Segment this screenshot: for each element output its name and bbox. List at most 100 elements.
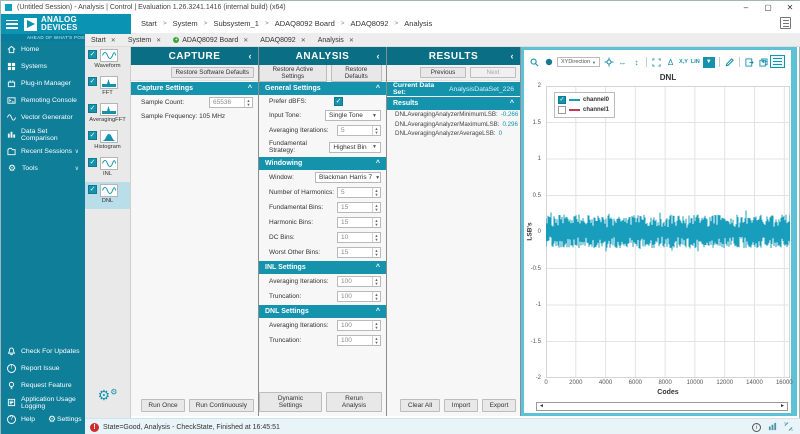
sidebar-item-request-feature[interactable]: Request Feature: [1, 377, 85, 394]
legend-item-channel1[interactable]: channel1: [558, 105, 609, 115]
clear-all-button[interactable]: Clear All: [400, 399, 440, 412]
collapse-panel-icon[interactable]: ‹: [377, 51, 381, 61]
spinner-arrows-icon[interactable]: ▲▼: [244, 98, 252, 107]
scroll-left-icon[interactable]: ◄: [539, 403, 544, 410]
spinner-arrows-icon[interactable]: ▲▼: [372, 188, 380, 197]
export-image-icon[interactable]: [744, 57, 755, 68]
horizontal-zoom-icon[interactable]: ↔: [617, 57, 628, 68]
breadcrumb-item[interactable]: ADAQ8092: [351, 19, 389, 28]
legend-item-channel0[interactable]: ✓ channel0: [558, 95, 609, 105]
scroll-right-icon[interactable]: ►: [780, 403, 785, 410]
spinner-arrows-icon[interactable]: ▲▼: [372, 292, 380, 301]
averaging-iterations-spinner[interactable]: 5 ▲▼: [337, 125, 381, 136]
tray-settings-gear-icon[interactable]: ⚙⚙: [85, 387, 130, 404]
inl-settings-section[interactable]: INL Settings: [265, 264, 306, 271]
sidebar-item-tools[interactable]: ⚙ Tools ∨: [1, 160, 85, 177]
tab-adaq8092-board[interactable]: + ADAQ8092 Board ✕: [173, 37, 248, 44]
minimize-button[interactable]: –: [735, 3, 757, 12]
tray-item-fft[interactable]: ✓ FFT: [85, 74, 130, 101]
window-dropdown[interactable]: Blackman Harris 7 ▼: [315, 172, 381, 183]
sample-count-spinner[interactable]: 65536 ▲▼: [209, 97, 253, 108]
restore-active-settings-button[interactable]: Restore Active Settings: [259, 64, 327, 82]
tab-start[interactable]: Start ✕: [91, 37, 116, 44]
breadcrumb-item[interactable]: Analysis: [404, 19, 432, 28]
spinner-arrows-icon[interactable]: ▲▼: [372, 248, 380, 257]
sidebar-item-data-set-comparison[interactable]: Data Set Comparison: [1, 126, 85, 143]
usage-meter-icon[interactable]: [768, 422, 777, 433]
sidebar-item-help[interactable]: ? Help: [7, 411, 35, 428]
collapse-section-icon[interactable]: ^: [376, 85, 380, 92]
spinner-arrows-icon[interactable]: ▲▼: [372, 126, 380, 135]
general-settings-section[interactable]: General Settings: [265, 85, 321, 92]
maximize-button[interactable]: ▢: [757, 3, 779, 12]
fundamental-bins-spinner[interactable]: 15 ▲▼: [337, 202, 381, 213]
averagingfft-checkbox[interactable]: ✓: [88, 104, 97, 113]
export-button[interactable]: Export: [482, 399, 516, 412]
breadcrumb-item[interactable]: Start: [141, 19, 157, 28]
fundamental-strategy-dropdown[interactable]: Highest Bin ▼: [329, 142, 381, 153]
spinner-arrows-icon[interactable]: ▲▼: [372, 336, 380, 345]
harmonic-bins-spinner[interactable]: 15 ▲▼: [337, 217, 381, 228]
sidebar-item-report-issue[interactable]: ! Report Issue: [1, 360, 85, 377]
dynamic-settings-button[interactable]: Dynamic Settings: [259, 392, 322, 412]
chart-horizontal-scrollbar[interactable]: ◄ ►: [536, 402, 788, 411]
info-icon[interactable]: i: [752, 423, 761, 432]
restore-software-defaults-button[interactable]: Restore Software Defaults: [171, 67, 255, 78]
dnl-checkbox[interactable]: ✓: [88, 185, 97, 194]
sidebar-item-home[interactable]: Home: [1, 41, 85, 58]
xy-mode-label[interactable]: X,Y: [679, 59, 688, 65]
sidebar-item-application-usage-logging[interactable]: Application Usage Logging: [1, 394, 85, 411]
sidebar-item-remoting-console[interactable]: Remoting Console: [1, 92, 85, 109]
tab-adaq8092[interactable]: ADAQ8092 ✕: [260, 37, 305, 44]
channel1-visibility-checkbox[interactable]: [558, 106, 566, 114]
histogram-checkbox[interactable]: ✓: [88, 131, 97, 140]
close-tab-icon[interactable]: ✕: [349, 37, 354, 44]
collapse-section-icon[interactable]: ^: [510, 100, 514, 107]
run-continuously-button[interactable]: Run Continuously: [189, 399, 254, 412]
worst-other-bins-spinner[interactable]: 15 ▲▼: [337, 247, 381, 258]
input-tone-dropdown[interactable]: Single Tone ▼: [325, 110, 381, 121]
collapse-section-icon[interactable]: ^: [376, 264, 380, 271]
next-button[interactable]: Next: [470, 67, 516, 78]
layout-resize-icon[interactable]: [784, 422, 793, 433]
windowing-section[interactable]: Windowing: [265, 160, 302, 167]
dnl-settings-section[interactable]: DNL Settings: [265, 308, 309, 315]
previous-button[interactable]: Previous: [420, 67, 466, 78]
zoom-icon[interactable]: [529, 57, 540, 68]
spinner-arrows-icon[interactable]: ▲▼: [372, 277, 380, 286]
sidebar-item-vector-generator[interactable]: Vector Generator: [1, 109, 85, 126]
breadcrumb-item[interactable]: System: [173, 19, 198, 28]
spinner-arrows-icon[interactable]: ▲▼: [372, 321, 380, 330]
results-section[interactable]: Results: [393, 100, 418, 107]
inl-averaging-iterations-spinner[interactable]: 100 ▲▼: [337, 276, 381, 287]
breadcrumb-item[interactable]: Subsystem_1: [213, 19, 258, 28]
xy-direction-button[interactable]: XYDirection ▼: [557, 57, 600, 67]
spinner-arrows-icon[interactable]: ▲▼: [372, 203, 380, 212]
sidebar-item-settings[interactable]: ⚙ Settings: [47, 415, 82, 424]
spinner-arrows-icon[interactable]: ▲▼: [372, 218, 380, 227]
waveform-checkbox[interactable]: ✓: [88, 50, 97, 59]
plot-area[interactable]: ✓ channel0 channel1: [546, 86, 790, 378]
dc-bins-spinner[interactable]: 10 ▲▼: [337, 232, 381, 243]
sidebar-item-check-for-updates[interactable]: Check For Updates: [1, 343, 85, 360]
import-button[interactable]: Import: [444, 399, 478, 412]
close-tab-icon[interactable]: ✕: [243, 37, 248, 44]
tray-item-histogram[interactable]: ✓ Histogram: [85, 128, 130, 155]
dnl-truncation-spinner[interactable]: 100 ▲▼: [337, 335, 381, 346]
collapse-panel-icon[interactable]: ‹: [249, 51, 253, 61]
sidebar-item-recent-sessions[interactable]: Recent Sessions ∨: [1, 143, 85, 160]
chart-menu-button[interactable]: [770, 55, 785, 68]
tray-item-averagingfft[interactable]: ✓ AveragingFFT: [85, 101, 130, 128]
collapse-section-icon[interactable]: ^: [248, 85, 252, 92]
pan-icon[interactable]: [603, 57, 614, 68]
collapse-section-icon[interactable]: ^: [376, 160, 380, 167]
run-once-button[interactable]: Run Once: [141, 399, 184, 412]
spinner-arrows-icon[interactable]: ▲▼: [372, 233, 380, 242]
tray-item-dnl[interactable]: ✓ DNL: [85, 182, 130, 209]
tab-analysis[interactable]: Analysis ✕: [318, 37, 354, 44]
fft-checkbox[interactable]: ✓: [88, 77, 97, 86]
fit-view-icon[interactable]: [543, 57, 554, 68]
sidebar-item-plugin-manager[interactable]: Plug-in Manager: [1, 75, 85, 92]
inl-checkbox[interactable]: ✓: [88, 158, 97, 167]
collapse-panel-icon[interactable]: ‹: [511, 51, 515, 61]
